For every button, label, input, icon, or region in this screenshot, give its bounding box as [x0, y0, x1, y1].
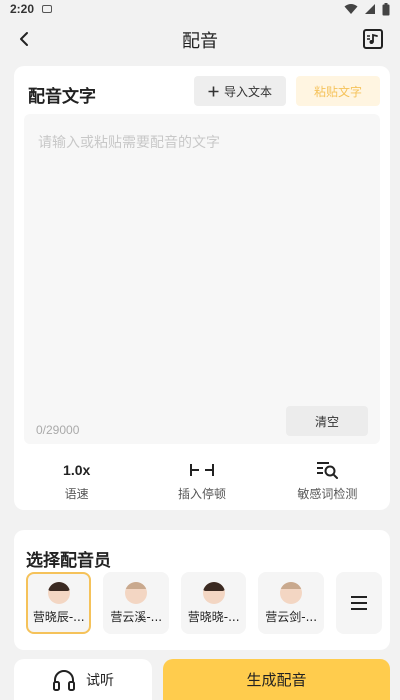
listen-label: 试听: [86, 672, 114, 689]
sensitive-word-label: 敏感词检测: [297, 486, 358, 501]
wifi-icon: [344, 4, 358, 14]
voice-option-3[interactable]: 营晓晓-...: [180, 572, 247, 634]
voice-select-card: 选择配音员 营晓辰-... 营云溪-... 营晓晓-... 营云剑-...: [14, 530, 390, 650]
plus-icon: [208, 86, 219, 96]
voice-card-label: 选择配音员: [26, 551, 111, 571]
voice-list: 营晓辰-... 营云溪-... 营晓晓-... 营云剑-...: [26, 570, 382, 636]
menu-icon: [350, 596, 367, 610]
music-note-icon[interactable]: [362, 28, 384, 50]
avatar: [125, 581, 148, 604]
text-input-card: 配音文字 导入文本 粘贴文字 0/29000 清空 1.0x 语速 插入停顿: [14, 66, 390, 510]
headphones-icon: [53, 669, 75, 691]
app-header: 配音: [0, 18, 400, 62]
paste-text-button[interactable]: 粘贴文字: [296, 76, 380, 106]
tool-row: 1.0x 语速 插入停顿 敏感词检测: [14, 456, 390, 504]
voice-option-1[interactable]: 营晓辰-...: [26, 572, 92, 634]
back-arrow-icon[interactable]: [14, 28, 36, 50]
status-bar: 2:20: [0, 0, 400, 18]
sensitive-search-icon: [317, 461, 339, 479]
status-icons: [344, 2, 390, 16]
voice-name: 营云溪-...: [110, 609, 163, 624]
voice-name: 营晓晓-...: [187, 609, 240, 624]
pause-insert-icon: [189, 463, 214, 476]
char-counter: 0/29000: [36, 423, 80, 437]
battery-icon: [382, 2, 390, 15]
speed-value: 1.0x: [63, 461, 91, 478]
voice-name: 营晓辰-...: [32, 609, 85, 624]
clear-label: 清空: [314, 414, 339, 429]
notification-icon: [42, 5, 53, 13]
generate-dubbing-button[interactable]: 生成配音: [163, 659, 390, 700]
dubbing-text-input[interactable]: [24, 114, 380, 444]
sensitive-word-tool[interactable]: 敏感词检测: [265, 456, 390, 504]
text-card-label: 配音文字: [28, 87, 96, 107]
generate-label: 生成配音: [246, 671, 307, 689]
paste-text-label: 粘贴文字: [313, 84, 362, 99]
clear-button[interactable]: 清空: [286, 406, 368, 436]
voice-name: 营云剑-...: [265, 609, 318, 624]
avatar: [47, 581, 70, 604]
speed-label: 语速: [64, 486, 89, 501]
insert-pause-label: 插入停顿: [177, 486, 226, 501]
signal-icon: [365, 4, 375, 14]
insert-pause-tool[interactable]: 插入停顿: [139, 456, 264, 504]
voice-option-2[interactable]: 营云溪-...: [103, 572, 169, 634]
avatar: [202, 581, 225, 604]
page-title: 配音: [182, 31, 218, 52]
voice-option-4[interactable]: 营云剑-...: [258, 572, 324, 634]
more-voices-button[interactable]: [335, 572, 382, 634]
import-text-label: 导入文本: [223, 84, 272, 99]
import-text-button[interactable]: 导入文本: [194, 76, 286, 106]
avatar: [280, 581, 303, 604]
speed-tool[interactable]: 1.0x 语速: [14, 456, 139, 504]
status-time: 2:20: [10, 2, 35, 16]
listen-button[interactable]: 试听: [14, 659, 152, 700]
